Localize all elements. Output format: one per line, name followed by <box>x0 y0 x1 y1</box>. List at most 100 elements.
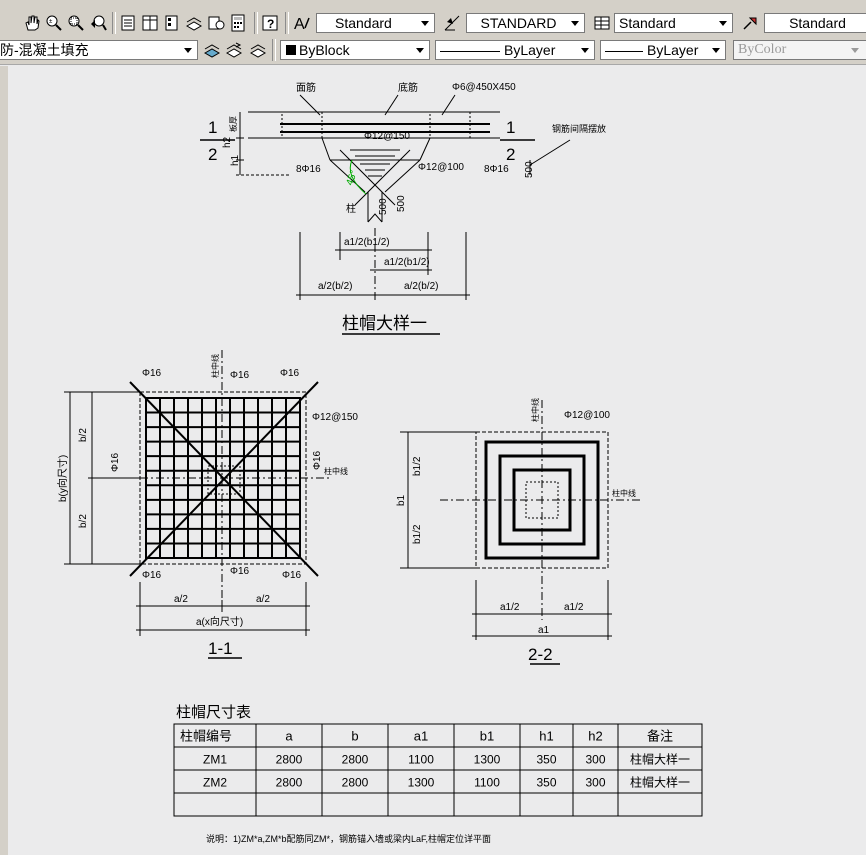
section-2-2-title: 2-2 <box>528 645 553 664</box>
tool-palettes-icon[interactable] <box>162 13 182 33</box>
label-phi16: Φ16 <box>280 368 300 379</box>
pan-icon[interactable] <box>22 13 42 33</box>
markup-icon[interactable] <box>206 13 226 33</box>
label-column: 柱 <box>346 202 356 215</box>
dim-ab-right: a/2(b/2) <box>404 281 438 292</box>
dim-b1: b1 <box>396 494 407 506</box>
dim-a: a(x向尺寸) <box>196 615 243 628</box>
table-cell: 柱帽大样一 <box>630 775 690 790</box>
sheet-set-icon[interactable] <box>184 13 204 33</box>
separator <box>254 12 258 34</box>
standard-toolbar: ± ? A Standard STANDARD Standard Standar… <box>0 0 866 37</box>
quickcalc-icon[interactable] <box>228 13 248 33</box>
table-style-select[interactable]: Standard <box>614 13 733 33</box>
section-1-1-plan <box>64 350 330 659</box>
color-select[interactable]: ByBlock <box>280 40 430 60</box>
chevron-down-icon <box>581 48 589 53</box>
mleader-style-icon[interactable] <box>740 13 760 33</box>
table-cell: 1300 <box>474 753 501 767</box>
layer-previous-icon[interactable] <box>224 40 244 60</box>
zoom-window-icon[interactable] <box>66 13 86 33</box>
color-swatch <box>286 45 296 55</box>
dim-style-select[interactable]: STANDARD <box>466 13 585 33</box>
chevron-down-icon <box>421 21 429 26</box>
section-1-1-title: 1-1 <box>208 639 233 658</box>
dim-b12-bot: b1/2 <box>412 524 423 544</box>
help-icon[interactable]: ? <box>260 13 280 33</box>
table-header-cell: b <box>351 729 358 744</box>
table-header-cell: b1 <box>480 729 494 744</box>
svg-text:A: A <box>294 16 305 32</box>
zoom-previous-icon[interactable] <box>88 13 108 33</box>
svg-text:?: ? <box>267 17 274 31</box>
label-h2: h2 <box>222 136 233 148</box>
table-cell: 300 <box>585 753 605 767</box>
label-angle: 45° <box>344 169 360 187</box>
table-cell: 1100 <box>408 753 434 767</box>
dim-a2-right: a/2 <box>256 594 270 605</box>
table-cell: ZM2 <box>203 776 227 790</box>
label-phi12-150: Φ12@150 <box>312 412 358 423</box>
cut-1-left: 1 <box>208 118 217 137</box>
label-phi16: Φ16 <box>142 570 162 581</box>
plotstyle-select[interactable]: ByColor <box>733 40 866 60</box>
label-500a: 500 <box>378 198 389 215</box>
dim-a12-right: a1/2 <box>564 602 584 613</box>
text-style-icon[interactable]: A <box>292 13 312 33</box>
label-phi12-150: Φ12@150 <box>364 131 410 142</box>
detail-title: 柱帽大样一 <box>342 314 427 333</box>
mleader-style-value: Standard <box>789 15 846 31</box>
chevron-down-icon <box>184 48 192 53</box>
dim-b2-top: b/2 <box>78 428 89 442</box>
linetype-select[interactable]: ByLayer <box>435 40 595 60</box>
label-phi16: Φ16 <box>230 566 250 577</box>
label-8phi16-left: 8Φ16 <box>296 164 321 175</box>
dim-style-icon[interactable] <box>442 13 462 33</box>
table-cell: 2800 <box>342 776 369 790</box>
chevron-down-icon <box>416 48 424 53</box>
layer-select[interactable]: 防-混凝土填充 <box>0 40 198 60</box>
label-phi16: Φ16 <box>110 452 121 472</box>
capital-size-table <box>173 723 703 817</box>
table-style-value: Standard <box>619 15 676 31</box>
drawing-canvas[interactable]: 面筋 底筋 Φ6@450X450 Φ12@150 Φ12@100 8Φ16 8Φ… <box>8 66 866 855</box>
table-cell: 300 <box>585 776 605 790</box>
design-center-icon[interactable] <box>140 13 160 33</box>
layer-states-icon[interactable] <box>248 40 268 60</box>
dim-style-value: STANDARD <box>480 15 557 31</box>
label-phi12-100: Φ12@100 <box>564 410 610 421</box>
chevron-down-icon <box>851 48 859 53</box>
lineweight-value: ByLayer <box>647 42 699 58</box>
label-col-center: 柱中线 <box>210 354 220 378</box>
separator <box>112 12 116 34</box>
lineweight-select[interactable]: ByLayer <box>600 40 726 60</box>
zoom-realtime-icon[interactable]: ± <box>44 13 64 33</box>
label-500c: 500 <box>524 161 535 178</box>
label-phi16: Φ16 <box>230 370 250 381</box>
table-cell: 柱帽大样一 <box>630 752 690 767</box>
lineweight-preview <box>605 50 643 52</box>
label-col-center: 柱中线 <box>324 466 348 476</box>
label-8phi16-right: 8Φ16 <box>484 164 509 175</box>
separator <box>272 39 276 61</box>
dim-b12-top: b1/2 <box>412 456 423 476</box>
table-cell: 2800 <box>276 776 303 790</box>
make-current-layer-icon[interactable] <box>202 40 222 60</box>
plotstyle-value: ByColor <box>738 42 787 57</box>
text-style-select[interactable]: Standard <box>316 13 435 33</box>
label-phi16: Φ16 <box>312 450 323 470</box>
cut-2-left: 2 <box>208 145 217 164</box>
layer-value: 防-混凝土填充 <box>0 42 89 58</box>
chevron-down-icon <box>712 48 720 53</box>
table-cell: 350 <box>536 753 556 767</box>
label-col-center: 柱中线 <box>530 398 540 422</box>
table-cell: 2800 <box>342 753 369 767</box>
table-header-cell: h2 <box>588 729 602 744</box>
mleader-style-select[interactable]: Standard <box>764 13 866 33</box>
dim-b: b(y向尺寸) <box>56 455 69 502</box>
properties-icon[interactable] <box>118 13 138 33</box>
label-bottom-bar: 底筋 <box>398 81 418 94</box>
table-style-icon[interactable] <box>592 13 612 33</box>
chevron-down-icon <box>571 21 579 26</box>
label-h1: h1 <box>230 154 241 166</box>
